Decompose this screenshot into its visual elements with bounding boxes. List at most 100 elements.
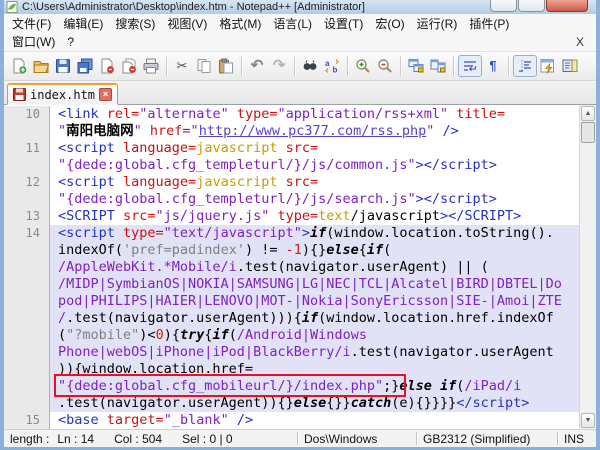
close-all-icon[interactable] bbox=[118, 55, 140, 77]
svg-text:a: a bbox=[325, 59, 330, 68]
code-row[interactable]: 15 <base target="_blank" /> bbox=[4, 412, 579, 429]
cut-icon[interactable]: ✂ bbox=[171, 55, 193, 77]
sync-horizontal-icon[interactable] bbox=[427, 55, 449, 77]
sync-vertical-icon[interactable] bbox=[405, 55, 427, 77]
replace-icon[interactable]: ab bbox=[321, 55, 343, 77]
cursor-position-status: length : Ln : 14 Col : 504 Sel : 0 | 0 bbox=[10, 432, 291, 446]
tab-label: index.htm bbox=[30, 87, 96, 102]
undo-icon[interactable]: ↶ bbox=[246, 55, 268, 77]
menu-item-edit[interactable]: 编辑(E) bbox=[57, 15, 109, 32]
scroll-down-arrow-icon[interactable]: ▼ bbox=[581, 413, 595, 428]
code-area[interactable]: 10 <link rel="alternate" type="applicatio… bbox=[4, 105, 579, 429]
line-number bbox=[4, 293, 50, 310]
redo-icon[interactable]: ↷ bbox=[268, 55, 290, 77]
insert-mode-status[interactable]: INS bbox=[564, 432, 596, 446]
code-text: <script language=javascript src= bbox=[58, 140, 319, 156]
code-row[interactable]: "{dede:global.cfg_templeturl/}/js/search… bbox=[4, 191, 579, 208]
code-row[interactable]: ("?mobile")<0){try{if(/Android|Windows bbox=[4, 327, 579, 344]
line-number: 10 bbox=[4, 106, 50, 123]
menu-item-macro[interactable]: 宏(O) bbox=[369, 15, 410, 32]
close-file-icon[interactable] bbox=[96, 55, 118, 77]
indent-guide-icon[interactable] bbox=[513, 55, 537, 77]
code-row[interactable]: /AppleWebKit.*Mobile/i.test(navigator.us… bbox=[4, 259, 579, 276]
code-row[interactable]: 13 <SCRIPT src="js/jquery.js" type=text/j… bbox=[4, 208, 579, 225]
code-text: Phone|webOS|iPhone|iPod|BlackBerry/i.tes… bbox=[50, 344, 579, 361]
menu-item-search[interactable]: 搜索(S) bbox=[109, 15, 161, 32]
close-window-button[interactable] bbox=[546, 0, 588, 12]
code-row[interactable]: /.test(navigator.userAgent))){if(window.… bbox=[4, 310, 579, 327]
menu-item-view[interactable]: 视图(V) bbox=[161, 15, 213, 32]
encoding-status[interactable]: GB2312 (Simplified) bbox=[423, 432, 551, 446]
unsaved-floppy-icon bbox=[13, 88, 26, 101]
toolbar-separator bbox=[294, 56, 295, 76]
function-list-icon[interactable] bbox=[537, 55, 559, 77]
notepad-plus-plus-window: C:\Users\Administrator\Desktop\index.htm… bbox=[0, 0, 600, 450]
line-number bbox=[4, 123, 50, 140]
find-icon[interactable] bbox=[299, 55, 321, 77]
tab-bar: index.htm × bbox=[4, 81, 596, 105]
save-all-icon[interactable] bbox=[74, 55, 96, 77]
menu-item-settings[interactable]: 设置(T) bbox=[318, 15, 369, 32]
line-number bbox=[4, 344, 50, 361]
tab-index-htm[interactable]: index.htm × bbox=[7, 83, 119, 105]
print-icon[interactable] bbox=[140, 55, 162, 77]
paste-icon[interactable] bbox=[215, 55, 237, 77]
code-row[interactable]: pod|PHILIPS|HAIER|LENOVO|MOT-|Nokia|Sony… bbox=[4, 293, 579, 310]
code-row[interactable]: /MIDP|SymbianOS|NOKIA|SAMSUNG|LG|NEC|TCL… bbox=[4, 276, 579, 293]
notepad-plus-plus-icon bbox=[6, 1, 18, 13]
code-text: .test(navigator.userAgent)){}else{}}catc… bbox=[50, 395, 579, 412]
toolbar-separator bbox=[453, 56, 454, 76]
menu-bar-row2: 窗口(W)? X bbox=[4, 32, 596, 52]
code-row[interactable]: 12 <script language=javascript src= bbox=[4, 174, 579, 191]
menu-item-plugins[interactable]: 插件(P) bbox=[463, 15, 515, 32]
menu-item-file[interactable]: 文件(F) bbox=[6, 15, 57, 32]
menu-item-run[interactable]: 运行(R) bbox=[411, 15, 464, 32]
line-number bbox=[4, 259, 50, 276]
code-text: indexOf('pref=padindex') != -1){}else{if… bbox=[50, 242, 579, 259]
menu-item-language[interactable]: 语言(L) bbox=[267, 15, 318, 32]
minimize-button[interactable] bbox=[490, 0, 517, 12]
code-row[interactable]: 10 <link rel="alternate" type="applicatio… bbox=[4, 106, 579, 123]
tab-close-icon[interactable]: × bbox=[99, 88, 113, 101]
status-separator bbox=[416, 432, 417, 445]
code-row[interactable]: 11 <script language=javascript src= bbox=[4, 140, 579, 157]
toolbar-separator bbox=[347, 56, 348, 76]
editor-pane[interactable]: 10 <link rel="alternate" type="applicatio… bbox=[4, 105, 596, 429]
scroll-up-arrow-icon[interactable]: ▲ bbox=[581, 106, 595, 121]
document-map-icon[interactable] bbox=[559, 55, 581, 77]
menu-item-help[interactable]: ? bbox=[61, 35, 80, 49]
code-row[interactable]: Phone|webOS|iPhone|iPod|BlackBerry/i.tes… bbox=[4, 344, 579, 361]
copy-icon[interactable] bbox=[193, 55, 215, 77]
zoom-out-icon[interactable] bbox=[374, 55, 396, 77]
menu-close-icon[interactable]: X bbox=[564, 35, 596, 49]
title-bar[interactable]: C:\Users\Administrator\Desktop\index.htm… bbox=[4, 0, 596, 14]
open-file-icon[interactable] bbox=[30, 55, 52, 77]
code-row[interactable]: "南阳电脑网" href="http://www.pc377.com/rss.p… bbox=[4, 123, 579, 140]
code-text: <script language=javascript src= bbox=[58, 174, 319, 190]
svg-text:b: b bbox=[333, 66, 338, 75]
code-row[interactable]: .test(navigator.userAgent)){}else{}}catc… bbox=[4, 395, 579, 412]
line-number bbox=[4, 276, 50, 293]
menu-item-format[interactable]: 格式(M) bbox=[213, 15, 267, 32]
code-text: )){window.location.href= bbox=[50, 361, 579, 378]
show-all-characters-icon[interactable]: ¶ bbox=[482, 55, 504, 77]
code-row[interactable]: "{dede:global.cfg_templeturl/}/js/common… bbox=[4, 157, 579, 174]
code-row[interactable]: 14 <script type="text/javascript">if(wind… bbox=[4, 225, 579, 242]
code-row[interactable]: indexOf('pref=padindex') != -1){}else{if… bbox=[4, 242, 579, 259]
zoom-in-icon[interactable] bbox=[352, 55, 374, 77]
code-text: /AppleWebKit.*Mobile/i.test(navigator.us… bbox=[50, 259, 579, 276]
eol-format-status[interactable]: Dos\Windows bbox=[304, 432, 410, 446]
scrollbar-thumb[interactable] bbox=[581, 122, 595, 143]
save-icon[interactable] bbox=[52, 55, 74, 77]
line-number bbox=[4, 361, 50, 378]
new-file-icon[interactable] bbox=[8, 55, 30, 77]
word-wrap-icon[interactable] bbox=[458, 55, 482, 77]
code-row[interactable]: "{dede:global.cfg_mobileurl/}/index.php"… bbox=[4, 378, 579, 395]
vertical-scrollbar[interactable]: ▲ ▼ bbox=[579, 105, 596, 429]
menu-item-window[interactable]: 窗口(W) bbox=[6, 33, 61, 50]
maximize-button[interactable] bbox=[518, 0, 545, 12]
code-row[interactable]: )){window.location.href= bbox=[4, 361, 579, 378]
code-text: pod|PHILIPS|HAIER|LENOVO|MOT-|Nokia|Sony… bbox=[50, 293, 579, 310]
toolbar-separator bbox=[166, 56, 167, 76]
code-text: <link rel="alternate" type="application/… bbox=[58, 106, 506, 122]
